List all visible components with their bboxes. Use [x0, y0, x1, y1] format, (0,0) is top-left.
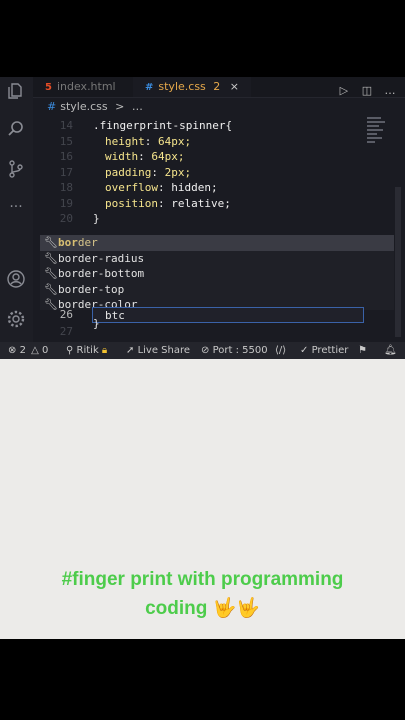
breadcrumb-file[interactable]: style.css — [60, 100, 107, 113]
tab-label: index.html — [56, 80, 116, 93]
warning-icon: △ — [31, 345, 39, 356]
code-line: 17 padding: 2px; — [33, 165, 391, 181]
error-icon: ⊗ — [8, 345, 17, 356]
line-number: 17 — [59, 165, 73, 179]
code-area[interactable]: 14 .fingerprint-spinner{ 15 height: 64px; … — [33, 118, 391, 227]
css-property: padding — [105, 165, 152, 179]
activity-bar: ··· — [0, 77, 33, 342]
line-number: 15 — [59, 134, 73, 148]
code-editor-window: ··· 5 index.html # style.css 2 × ▷ ◫ … # st… — [0, 77, 405, 359]
line-number: 26 — [59, 308, 73, 321]
code-line: 18 overflow: hidden; — [33, 180, 391, 196]
explorer-icon[interactable] — [6, 81, 26, 101]
more-views-icon[interactable]: ··· — [6, 199, 26, 219]
source-control-icon[interactable] — [6, 159, 26, 179]
line-number: 27 — [59, 325, 73, 338]
editor-tab-bar: 5 index.html # style.css 2 × ▷ ◫ … — [33, 77, 405, 98]
line-number: 18 — [59, 181, 73, 194]
inline-input-box[interactable]: btc — [92, 307, 364, 323]
css-property: position — [105, 196, 158, 210]
format-icon[interactable]: ⟨/⟩ — [275, 342, 286, 359]
code-line: 20} — [33, 211, 391, 227]
editor-actions: ▷ ◫ … — [335, 79, 399, 98]
css-property: width — [105, 150, 139, 163]
css-value: 2px; — [164, 165, 192, 179]
line-number: 20 — [59, 212, 73, 225]
notifications-bell-icon[interactable]: 🔔︎ — [384, 342, 397, 359]
problems-indicator[interactable]: ⊗ 2 △ 0 — [8, 342, 48, 359]
code-line: 27 } — [33, 317, 391, 339]
status-bar: ⊗ 2 △ 0 ⚲ Ritik 🔒︎ ➚ Live Share ⊘ Port :… — [0, 342, 405, 359]
code-line: 16 width: 64px; — [33, 149, 391, 165]
run-icon[interactable]: ▷ — [335, 84, 353, 97]
closing-brace: } — [93, 212, 100, 225]
live-share-button[interactable]: ➚ Live Share — [126, 342, 190, 359]
split-editor-icon[interactable]: ◫ — [358, 84, 376, 97]
caption-line-2: coding 🤟🤟 — [145, 598, 260, 619]
autocomplete-suggestion-list: 🔧︎border 🔧︎border-radius 🔧︎border-bottom… — [40, 235, 394, 310]
minimap[interactable] — [367, 117, 387, 145]
breadcrumb-more[interactable]: … — [132, 100, 143, 113]
closing-brace: } — [93, 317, 100, 330]
code-line: 14 .fingerprint-spinner{ — [33, 118, 391, 134]
tab-label: style.css — [158, 80, 206, 93]
breadcrumb-separator: > — [115, 100, 125, 113]
property-wrench-icon: 🔧︎ — [44, 267, 58, 280]
code-line: 15 height: 64px; — [33, 134, 391, 150]
line-number: 14 — [59, 119, 73, 132]
css-selector: .fingerprint-spinner{ — [93, 119, 233, 132]
search-icon[interactable] — [6, 119, 26, 139]
css-value: 64px; — [158, 134, 192, 148]
git-branch[interactable]: ⚲ Ritik 🔒︎ — [66, 342, 107, 359]
property-wrench-icon: 🔧︎ — [44, 236, 58, 249]
css-value: 64px; — [151, 150, 185, 163]
tab-style-css[interactable]: # style.css 2 × — [133, 77, 251, 97]
close-tab-icon[interactable]: × — [230, 80, 239, 93]
branch-icon: ⚲ — [66, 345, 74, 356]
css-value: hidden; — [171, 181, 218, 194]
problem-count-badge: 2 — [213, 80, 221, 93]
feedback-icon[interactable]: ⚑ — [358, 342, 367, 359]
account-icon[interactable] — [6, 269, 26, 289]
suggestion-item[interactable]: 🔧︎border-bottom — [40, 266, 394, 282]
code-line: 19 position: relative; — [33, 196, 391, 212]
vertical-scrollbar[interactable] — [395, 187, 401, 337]
property-wrench-icon: 🔧︎ — [44, 251, 58, 265]
css-property: overflow — [105, 181, 158, 194]
live-server-port[interactable]: ⊘ Port : 5500 — [201, 342, 268, 359]
suggestion-item[interactable]: 🔧︎border-top — [40, 282, 394, 298]
tab-index-html[interactable]: 5 index.html — [45, 77, 116, 97]
caption-line-1: #finger print with programming — [61, 569, 344, 590]
breadcrumb: # style.css > … — [33, 98, 143, 116]
suggestion-item[interactable]: 🔧︎border-radius — [40, 251, 394, 267]
more-actions-icon[interactable]: … — [381, 84, 399, 97]
line-number: 16 — [59, 150, 73, 163]
css-value: relative; — [171, 196, 231, 210]
lock-icon: 🔒︎ — [101, 345, 108, 356]
line-number: 19 — [59, 196, 73, 210]
html-file-icon: 5 — [45, 82, 52, 93]
css-file-icon: # — [145, 82, 154, 93]
property-wrench-icon: 🔧︎ — [44, 282, 58, 296]
prettier-button[interactable]: ✓ Prettier — [300, 342, 348, 359]
caption-panel: #finger print with programming coding 🤟🤟 — [0, 359, 405, 639]
suggestion-item[interactable]: 🔧︎border — [40, 235, 394, 251]
css-property: height — [105, 134, 145, 148]
settings-gear-icon[interactable] — [6, 309, 26, 329]
css-file-icon: # — [47, 100, 57, 113]
check-icon: ✓ — [300, 345, 309, 356]
live-share-icon: ➚ — [126, 345, 135, 356]
port-icon: ⊘ — [201, 345, 210, 356]
